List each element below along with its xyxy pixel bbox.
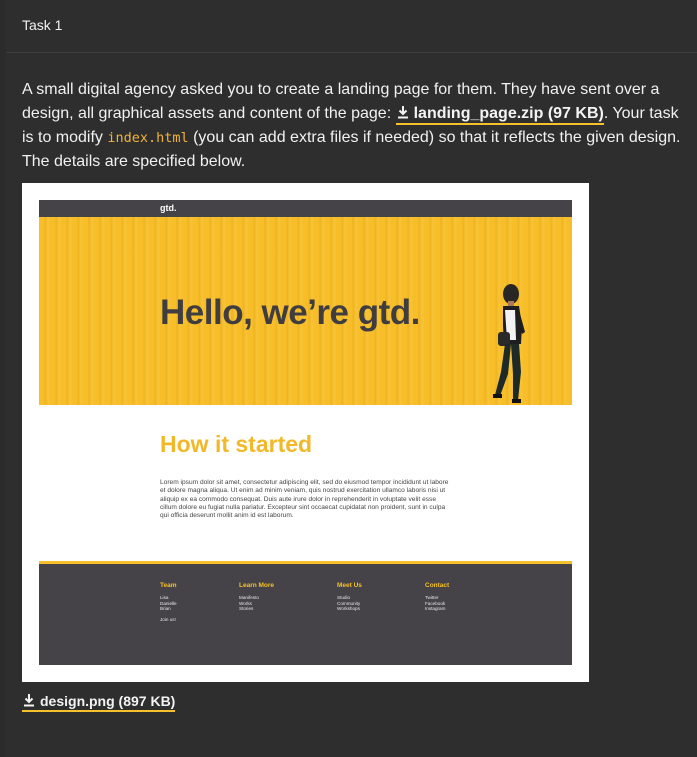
preview-logo: gtd. xyxy=(160,203,177,213)
footer-col-item: Stories xyxy=(239,606,254,612)
preview-footer-col-learn-more: Learn More Manifesto Works Stories xyxy=(239,582,274,612)
footer-col-title: Team xyxy=(160,582,177,589)
preview-footer: Team Lisa Danielle Brian Join us! Learn … xyxy=(39,564,572,665)
preview-paragraph: Lorem ipsum dolor sit amet, consectetur … xyxy=(160,479,449,520)
preview-hero: Hello, we’re gtd. xyxy=(39,217,572,405)
download-icon xyxy=(24,694,34,707)
walking-person-illustration xyxy=(493,284,525,403)
preview-navbar: gtd. xyxy=(39,200,572,217)
task-title: Task 1 xyxy=(22,17,63,33)
footer-col-item: Brian xyxy=(160,606,171,612)
task-description: A small digital agency asked you to crea… xyxy=(22,78,687,174)
code-filename: index.html xyxy=(107,130,189,146)
design-png-download-link[interactable]: design.png (897 KB) xyxy=(22,693,176,712)
footer-col-title: Contact xyxy=(425,582,450,589)
preview-hero-title: Hello, we’re gtd. xyxy=(160,293,420,332)
preview-footer-col-contact: Contact Twitter Facebook Instagram xyxy=(425,582,449,612)
footer-col-item: Instagram xyxy=(425,606,446,612)
download-icon xyxy=(397,106,408,119)
preview-footer-col-team: Team Lisa Danielle Brian Join us! xyxy=(160,582,177,622)
footer-col-title: Learn More xyxy=(239,582,275,589)
design-png-download: design.png (897 KB) xyxy=(22,692,176,712)
design-png-label: design.png (897 KB) xyxy=(40,693,176,709)
preview-footer-col-meet-us: Meet Us Studio Community Workshops xyxy=(337,582,362,612)
landing-page-zip-label: landing_page.zip (97 KB) xyxy=(413,105,604,122)
design-preview-image: gtd. Hello, we’re gtd. How it started Lo… xyxy=(22,183,589,682)
footer-col-title: Meet Us xyxy=(337,582,362,589)
preview-section-title: How it started xyxy=(160,431,313,457)
task-header[interactable]: Task 1 xyxy=(6,0,697,53)
footer-join-us: Join us! xyxy=(160,616,176,622)
landing-page-zip-download-link[interactable]: landing_page.zip (97 KB) xyxy=(395,105,604,125)
footer-col-item: Workshops xyxy=(337,606,360,612)
